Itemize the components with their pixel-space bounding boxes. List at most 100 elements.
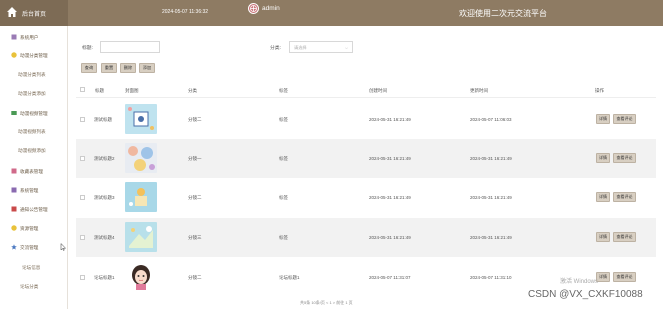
- resource-icon: [11, 225, 17, 231]
- sidebar-item-system[interactable]: 系统管理: [0, 182, 68, 200]
- sidebar-item-label: 动漫视频管理: [20, 111, 48, 116]
- column-header-tag: 标签: [279, 88, 288, 93]
- row-checkbox[interactable]: [80, 195, 85, 200]
- avatar-icon: [250, 5, 257, 12]
- category-select-placeholder: 请选择: [294, 45, 307, 50]
- table-row: 测试标题2 分镜一 标签 2024-05-31 16:21:49 2024-05…: [76, 139, 656, 178]
- detail-button[interactable]: 详情: [596, 192, 610, 202]
- row-title: 测试标题3: [94, 195, 115, 200]
- row-updated: 2024-05-31 16:21:49: [470, 195, 512, 200]
- sidebar-item-label: 论坛信息: [22, 265, 41, 270]
- row-checkbox[interactable]: [80, 117, 85, 122]
- row-tag: 标签: [279, 235, 288, 240]
- detail-button[interactable]: 详情: [596, 153, 610, 163]
- row-tag: 标签: [279, 117, 288, 122]
- table-header: 标题 封面图 分类 标签 创建时间 更新时间 操作: [76, 82, 656, 98]
- row-created: 2024-05-31 16:21:49: [369, 195, 411, 200]
- user-group-icon: [11, 34, 17, 40]
- sidebar-item-label: 动漫分类添加: [18, 91, 46, 96]
- select-all-checkbox[interactable]: [80, 87, 85, 92]
- table-row: 测试标题 分镜二 标签 2024-05-31 16:21:49 2024-05-…: [76, 100, 656, 139]
- row-checkbox[interactable]: [80, 275, 85, 280]
- view-comments-button[interactable]: 查看评论: [613, 272, 636, 282]
- admin-user-menu[interactable]: admin: [248, 3, 280, 14]
- view-comments-button[interactable]: 查看评论: [613, 114, 636, 124]
- sidebar-item-anime-video[interactable]: 动漫视频管理: [0, 105, 68, 123]
- sidebar-item-label: 交流管理: [20, 245, 39, 250]
- category-search-label: 分类:: [270, 46, 281, 51]
- sidebar-item-system-users[interactable]: 系统用户: [0, 29, 68, 47]
- video-icon: [11, 111, 17, 115]
- row-title: 测试标题: [94, 117, 112, 122]
- row-updated: 2024-05-31 16:21:49: [470, 156, 512, 161]
- detail-button[interactable]: 详情: [596, 114, 610, 124]
- row-updated: 2024-05-31 16:21:49: [470, 235, 512, 240]
- cover-image: [125, 262, 157, 292]
- sidebar-item-anime-category-add[interactable]: 动漫分类添加: [0, 85, 68, 103]
- row-category: 分镜二: [188, 195, 202, 200]
- row-tag: 论坛标题1: [279, 275, 300, 280]
- view-comments-button[interactable]: 查看评论: [613, 192, 636, 202]
- sidebar-item-anime-video-list[interactable]: 动漫视频列表: [0, 123, 68, 141]
- query-button[interactable]: 查询: [81, 63, 97, 73]
- sidebar-item-anime-video-add[interactable]: 动漫视频添加: [0, 142, 68, 160]
- sidebar-item-label: 系统用户: [20, 35, 39, 40]
- sidebar-item-favorites[interactable]: 收藏表管理: [0, 163, 68, 181]
- mouse-cursor-icon: [60, 243, 67, 251]
- notice-icon: [11, 206, 17, 212]
- view-comments-button[interactable]: 查看评论: [613, 232, 636, 242]
- row-title: 测试标题2: [94, 156, 115, 161]
- column-header-title: 标题: [95, 88, 104, 93]
- sidebar-item-label: 资源管理: [20, 226, 39, 231]
- delete-button[interactable]: 删除: [120, 63, 136, 73]
- sidebar-item-resources[interactable]: 资源管理: [0, 220, 68, 238]
- column-header-cover: 封面图: [125, 88, 139, 93]
- cover-image: [125, 143, 157, 173]
- row-title: 测试标题4: [94, 235, 115, 240]
- row-checkbox[interactable]: [80, 156, 85, 161]
- sidebar-item-label: 通知公告管理: [20, 207, 48, 212]
- sidebar: 系统用户 动漫分类管理 动漫分类列表 动漫分类添加 动漫视频管理 动漫视频列表 …: [0, 26, 68, 309]
- brand-title: 后台首页: [22, 12, 47, 18]
- title-search-label: 标题:: [82, 46, 93, 51]
- table-row: 测试标题4 分镜三 标签 2024-05-31 16:21:49 2024-05…: [76, 218, 656, 257]
- welcome-title: 欢迎使用二次元交流平台: [459, 9, 547, 18]
- cover-image: [125, 104, 157, 134]
- sidebar-item-label: 动漫视频列表: [18, 129, 46, 134]
- row-created: 2024-05-31 16:21:49: [369, 117, 411, 122]
- row-created: 2024-05-31 16:21:49: [369, 235, 411, 240]
- row-updated: 2024-05-07 11:31:10: [470, 275, 512, 280]
- sidebar-item-forum-category[interactable]: 论坛分类: [0, 278, 68, 296]
- folder-icon: [11, 52, 17, 58]
- row-tag: 标签: [279, 195, 288, 200]
- sidebar-item-label: 动漫分类列表: [18, 72, 46, 77]
- sidebar-item-forum-info[interactable]: 论坛信息: [0, 259, 68, 277]
- detail-button[interactable]: 详情: [596, 272, 610, 282]
- column-header-actions: 操作: [595, 88, 604, 93]
- brand-home-link[interactable]: 后台首页: [0, 0, 68, 26]
- home-icon: [7, 7, 17, 17]
- sidebar-item-communication[interactable]: 交流管理: [0, 239, 68, 257]
- chevron-down-icon: ⌵: [344, 45, 348, 50]
- row-category: 分镜二: [188, 117, 202, 122]
- detail-button[interactable]: 详情: [596, 232, 610, 242]
- pagination[interactable]: 共5条 10条/页 < 1 > 前往 1 页: [300, 300, 353, 306]
- category-select[interactable]: 请选择 ⌵: [289, 41, 353, 53]
- row-checkbox[interactable]: [80, 235, 85, 240]
- sidebar-item-anime-category-list[interactable]: 动漫分类列表: [0, 66, 68, 84]
- sidebar-item-notice[interactable]: 通知公告管理: [0, 201, 68, 219]
- csdn-watermark: CSDN @VX_CXKF10088: [528, 289, 643, 300]
- row-tag: 标签: [279, 156, 288, 161]
- table-row: 测试标题3 分镜二 标签 2024-05-31 16:21:49 2024-05…: [76, 178, 656, 217]
- row-title: 论坛标题1: [94, 275, 115, 280]
- bookmark-icon: [11, 168, 17, 174]
- sidebar-item-label: 动漫分类管理: [20, 53, 48, 58]
- title-search-input[interactable]: [100, 41, 160, 53]
- sidebar-item-anime-category[interactable]: 动漫分类管理: [0, 47, 68, 65]
- star-icon: [11, 244, 17, 250]
- sidebar-item-label: 论坛分类: [20, 284, 39, 289]
- add-button[interactable]: 添加: [139, 63, 155, 73]
- row-created: 2024-05-07 11:31:07: [369, 275, 411, 280]
- reset-button[interactable]: 重置: [101, 63, 117, 73]
- view-comments-button[interactable]: 查看评论: [613, 153, 636, 163]
